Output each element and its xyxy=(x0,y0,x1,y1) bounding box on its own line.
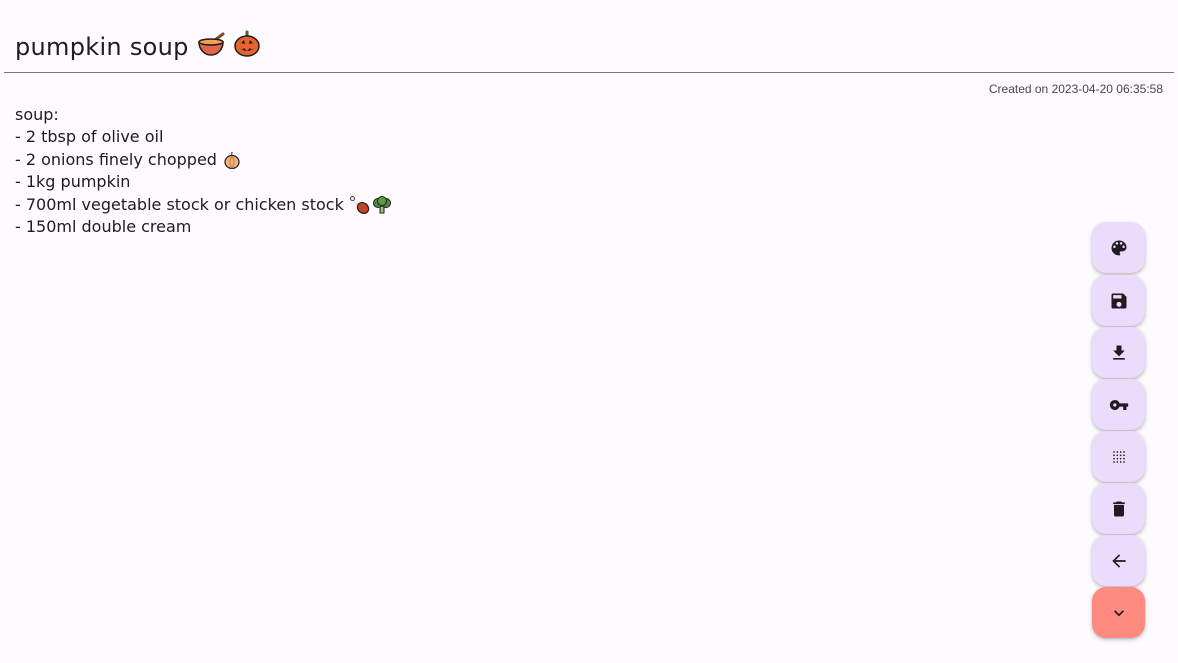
key-button[interactable] xyxy=(1092,379,1145,430)
save-icon xyxy=(1111,293,1126,308)
note-line: - 700ml vegetable stock or chicken stock xyxy=(15,194,392,216)
note-line: - 1kg pumpkin xyxy=(15,172,131,192)
save-button[interactable] xyxy=(1092,275,1145,326)
key-icon xyxy=(1109,399,1128,410)
download-button[interactable] xyxy=(1092,327,1145,378)
download-icon xyxy=(1112,345,1125,360)
dots-grid-icon xyxy=(1112,450,1125,463)
palette-icon xyxy=(1111,240,1126,255)
arrow-left-icon xyxy=(1111,553,1126,568)
note-body[interactable]: soup: - 2 tbsp of olive oil - 2 onions f… xyxy=(15,104,392,238)
onion-icon xyxy=(224,151,240,169)
palette-button[interactable] xyxy=(1092,222,1145,273)
note-title-text: pumpkin soup xyxy=(15,33,189,61)
note-line: - 150ml double cream xyxy=(15,216,192,236)
chevron-down-icon xyxy=(1113,609,1124,616)
grid-button[interactable] xyxy=(1092,431,1145,482)
trash-icon xyxy=(1112,501,1125,516)
bowl-with-spoon-icon xyxy=(197,31,225,63)
note-title-field[interactable]: pumpkin soup xyxy=(4,0,1174,73)
broccoli-icon xyxy=(372,195,391,214)
note-line: soup: xyxy=(15,105,59,124)
created-timestamp: Created on 2023-04-20 06:35:58 xyxy=(988,82,1163,96)
note-line: - 2 tbsp of olive oil xyxy=(15,127,164,147)
jack-o-lantern-icon xyxy=(233,30,261,64)
note-title[interactable]: pumpkin soup xyxy=(15,30,261,64)
delete-button[interactable] xyxy=(1092,483,1145,534)
back-button[interactable] xyxy=(1092,535,1145,586)
note-line: - 2 onions finely chopped xyxy=(15,149,392,171)
poultry-leg-icon xyxy=(349,195,370,214)
collapse-button[interactable] xyxy=(1092,587,1145,638)
